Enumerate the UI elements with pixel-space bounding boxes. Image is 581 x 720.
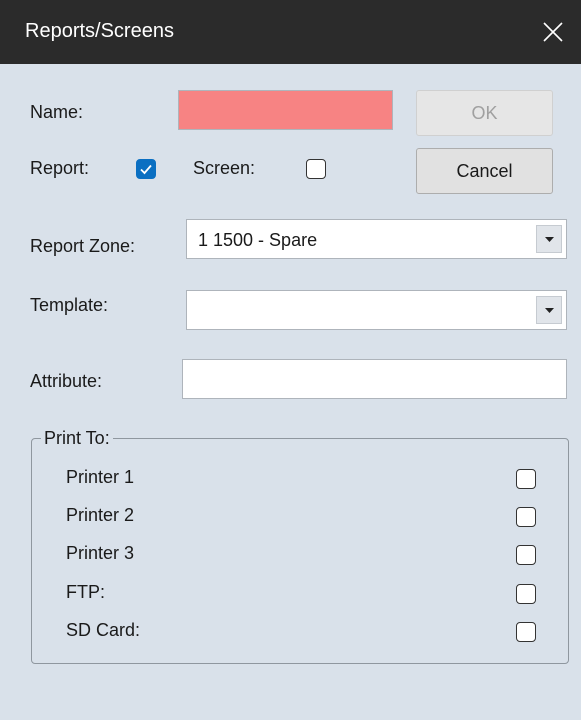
name-input[interactable] — [178, 90, 393, 130]
print-to-legend: Print To: — [41, 428, 113, 449]
print-option-label: Printer 1 — [66, 467, 135, 487]
chevron-down-icon — [545, 237, 554, 242]
name-label: Name: — [30, 102, 84, 122]
ftp-checkbox[interactable] — [516, 584, 536, 604]
template-label: Template: — [30, 295, 109, 315]
ok-button[interactable]: OK — [416, 90, 553, 136]
report-checkbox[interactable] — [136, 159, 156, 179]
template-select[interactable] — [186, 290, 567, 330]
report-zone-dropdown-button[interactable] — [536, 225, 562, 253]
print-option-label: Printer 3 — [66, 543, 135, 563]
printer-2-checkbox[interactable] — [516, 507, 536, 527]
checkmark-icon — [140, 164, 152, 175]
sd-card-checkbox[interactable] — [516, 622, 536, 642]
close-button[interactable] — [525, 0, 581, 64]
report-zone-value: 1 1500 - Spare — [198, 230, 318, 250]
template-dropdown-button[interactable] — [536, 296, 562, 324]
window-title: Reports/Screens — [25, 20, 174, 42]
print-option-label: Printer 2 — [66, 505, 135, 525]
screen-checkbox[interactable] — [306, 159, 326, 179]
attribute-input[interactable] — [182, 359, 567, 399]
print-option-label: SD Card: — [66, 620, 141, 640]
attribute-label: Attribute: — [30, 371, 103, 391]
printer-3-checkbox[interactable] — [516, 545, 536, 565]
printer-1-checkbox[interactable] — [516, 469, 536, 489]
report-label: Report: — [30, 158, 90, 178]
print-option-label: FTP: — [66, 582, 105, 602]
title-bar: Reports/Screens — [0, 0, 581, 64]
close-icon — [543, 22, 563, 42]
screen-label: Screen: — [193, 158, 256, 178]
report-zone-label: Report Zone: — [30, 236, 136, 256]
report-zone-select[interactable]: 1 1500 - Spare — [186, 219, 567, 259]
chevron-down-icon — [545, 308, 554, 313]
cancel-button[interactable]: Cancel — [416, 148, 553, 194]
